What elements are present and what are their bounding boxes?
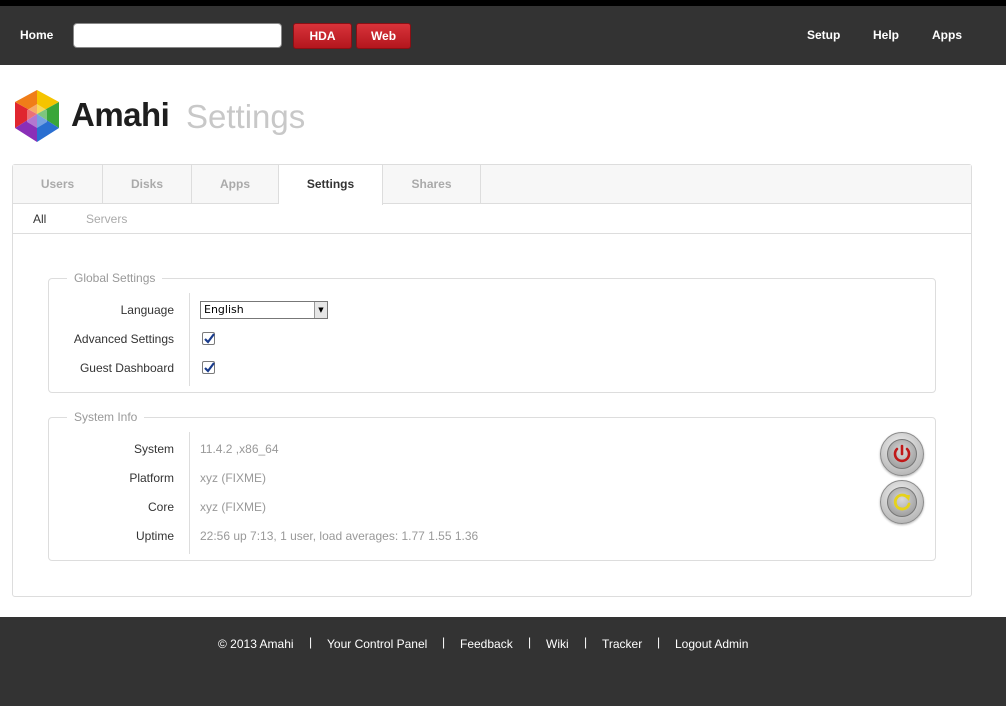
tab-apps[interactable]: Apps	[192, 165, 279, 204]
nav-help-link[interactable]: Help	[873, 28, 899, 42]
footer: © 2013 Amahi | Your Control Panel | Feed…	[0, 617, 1006, 706]
subtab-servers[interactable]: Servers	[86, 212, 127, 226]
platform-value: xyz (FIXME)	[200, 471, 266, 485]
footer-separator: |	[584, 635, 588, 649]
search-input[interactable]	[73, 23, 282, 48]
logo-text: Amahi	[71, 96, 170, 133]
footer-separator: |	[528, 635, 532, 649]
guest-dashboard-label: Guest Dashboard	[79, 361, 174, 375]
language-label: Language	[120, 303, 174, 317]
system-info-legend: System Info	[67, 410, 145, 424]
chevron-down-icon[interactable]: ▼	[314, 302, 327, 318]
platform-label: Platform	[129, 471, 174, 485]
reboot-icon	[893, 493, 911, 511]
amahi-logo-icon	[15, 90, 59, 142]
power-icon	[893, 444, 911, 463]
footer-separator: |	[442, 635, 446, 649]
language-select[interactable]: English ▼	[200, 301, 328, 319]
footer-link-logout[interactable]: Logout Admin	[675, 637, 748, 651]
advanced-settings-checkbox[interactable]	[202, 332, 215, 345]
system-value: 11.4.2 ,x86_64	[200, 442, 279, 456]
global-settings-legend: Global Settings	[67, 271, 163, 285]
top-navbar: Home HDA Web Setup Help Apps	[0, 6, 1006, 65]
core-value: xyz (FIXME)	[200, 500, 266, 514]
divider	[189, 432, 190, 554]
hda-search-button[interactable]: HDA	[293, 23, 352, 49]
footer-copyright: © 2013 Amahi	[218, 637, 294, 651]
footer-separator: |	[309, 635, 313, 649]
guest-dashboard-checkbox[interactable]	[202, 361, 215, 374]
home-link[interactable]: Home	[20, 28, 53, 42]
uptime-value: 22:56 up 7:13, 1 user, load averages: 1.…	[200, 529, 479, 543]
global-settings-fieldset: Global Settings Language English ▼ Advan…	[48, 271, 936, 393]
main-tabs: Users Disks Apps Settings Shares	[13, 165, 971, 205]
checkmark-icon	[204, 362, 215, 373]
system-label: System	[133, 442, 174, 456]
nav-apps-link[interactable]: Apps	[932, 28, 962, 42]
footer-link-tracker[interactable]: Tracker	[602, 637, 642, 651]
core-label: Core	[147, 500, 174, 514]
subtab-all[interactable]: All	[33, 212, 46, 226]
tab-disks[interactable]: Disks	[103, 165, 192, 204]
footer-link-feedback[interactable]: Feedback	[460, 637, 513, 651]
power-button[interactable]	[880, 432, 924, 476]
sub-tabs: All Servers	[13, 205, 971, 234]
checkmark-icon	[204, 333, 215, 344]
nav-setup-link[interactable]: Setup	[807, 28, 840, 42]
footer-link-control-panel[interactable]: Your Control Panel	[327, 637, 427, 651]
web-search-button[interactable]: Web	[356, 23, 411, 49]
uptime-label: Uptime	[135, 529, 174, 543]
footer-link-wiki[interactable]: Wiki	[546, 637, 569, 651]
settings-panel: Users Disks Apps Settings Shares All Ser…	[12, 164, 972, 597]
footer-separator: |	[657, 635, 661, 649]
reboot-button[interactable]	[880, 480, 924, 524]
system-info-fieldset: System Info System 11.4.2 ,x86_64 Platfo…	[48, 410, 936, 561]
divider	[189, 293, 190, 386]
language-select-value: English	[204, 303, 244, 316]
page-title: Settings	[186, 98, 306, 135]
tab-shares[interactable]: Shares	[383, 165, 481, 204]
tab-users[interactable]: Users	[13, 165, 103, 204]
tab-settings[interactable]: Settings	[279, 165, 383, 205]
advanced-settings-label: Advanced Settings	[73, 332, 174, 346]
